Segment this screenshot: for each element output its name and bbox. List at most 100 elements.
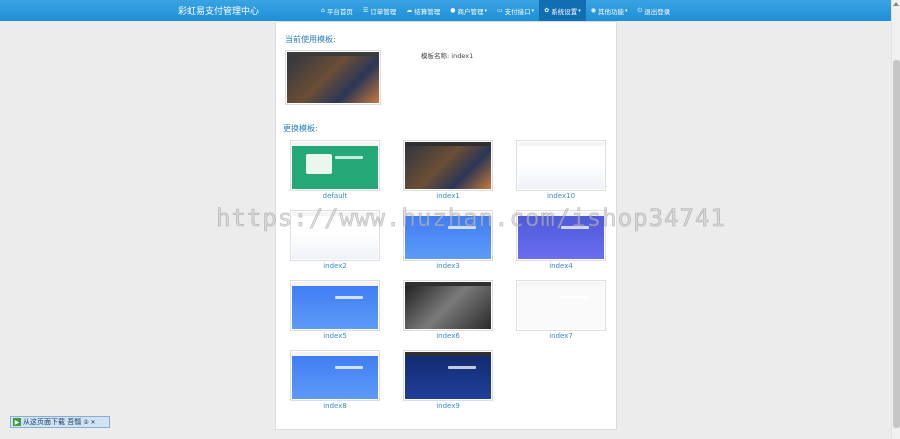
template-thumbnail[interactable] — [403, 280, 493, 331]
chevron-down-icon: ▾ — [531, 7, 535, 14]
nav-item-label: 平台首页 — [326, 7, 353, 16]
template-name-link[interactable]: index1 — [402, 192, 494, 200]
template-panel: 当前使用模板: 模板名称: index1 更换模板: default index1… — [275, 21, 617, 430]
template-name-link[interactable]: index10 — [515, 192, 607, 200]
nav-item-label: 支付接口 — [504, 7, 531, 16]
preview-topbar — [292, 212, 378, 216]
current-template-preview — [287, 52, 379, 103]
template-name-link[interactable]: index7 — [515, 332, 607, 340]
nav-item-1[interactable]: ☰ 订单管理 — [358, 0, 401, 21]
preview-topbar — [405, 282, 491, 286]
template-name-link[interactable]: default — [289, 192, 381, 200]
brand-title[interactable]: 彩虹易支付管理中心 — [178, 4, 259, 17]
gear-icon: ✿ — [544, 7, 550, 14]
preview-headline — [335, 366, 363, 369]
template-thumbnail[interactable] — [290, 350, 380, 401]
preview-headline — [335, 296, 363, 299]
template-name-value: index1 — [451, 52, 474, 60]
template-preview-image — [405, 282, 491, 329]
template-preview-image — [292, 142, 378, 189]
chevron-down-icon: ▾ — [578, 7, 581, 14]
preview-topbar — [287, 52, 379, 56]
chevron-down-icon: ▾ — [484, 7, 487, 14]
template-card[interactable]: index8 — [289, 350, 381, 410]
preview-topbar — [518, 142, 604, 146]
template-preview-image — [518, 142, 604, 189]
template-thumbnail[interactable] — [290, 210, 380, 261]
preview-headline — [561, 226, 589, 229]
download-extra[interactable]: ② ✕ — [83, 419, 95, 426]
list-icon: ☰ — [362, 7, 369, 14]
preview-headline — [335, 156, 363, 159]
template-preview-image — [405, 142, 491, 189]
template-preview-image — [405, 212, 491, 259]
template-card[interactable]: index9 — [402, 350, 494, 410]
template-name-link[interactable]: index5 — [289, 332, 381, 340]
main-nav: ⌂ 平台首页 ☰ 订单管理 ☁ 结算管理 ● 商户管理 ▾ ▭ 支付接口 ▾ ✿ 系统设置 ▾ ◉ 其他功能 ▾ ⏻… — [316, 0, 675, 21]
template-card[interactable]: index10 — [515, 140, 607, 200]
chevron-down-icon: ▾ — [624, 7, 628, 14]
preview-headline — [448, 366, 476, 369]
template-preview-image — [292, 212, 378, 259]
template-thumbnail[interactable] — [516, 140, 606, 191]
nav-item-5[interactable]: ✿ 系统设置 ▾ — [539, 0, 586, 21]
template-card[interactable]: index3 — [402, 210, 494, 270]
change-template-title: 更换模板: — [283, 124, 318, 133]
template-name-link[interactable]: index9 — [402, 402, 494, 410]
nav-item-2[interactable]: ☁ 结算管理 — [401, 0, 445, 21]
template-thumbnail[interactable] — [516, 280, 606, 331]
template-name-link[interactable]: index4 — [515, 262, 607, 270]
template-preview-image — [292, 282, 378, 329]
template-name-link[interactable]: index2 — [289, 262, 381, 270]
template-card[interactable]: index1 — [402, 140, 494, 200]
template-thumbnail[interactable] — [403, 140, 493, 191]
current-template-name: 模板名称: index1 — [421, 50, 473, 60]
nav-item-6[interactable]: ◉ 其他功能 ▾ — [586, 0, 633, 21]
template-thumbnail[interactable] — [516, 210, 606, 261]
template-card[interactable]: index5 — [289, 280, 381, 340]
vertical-scrollbar[interactable] — [891, 0, 900, 439]
preview-topbar — [405, 212, 491, 216]
preview-topbar — [405, 142, 491, 146]
preview-topbar — [292, 142, 378, 146]
template-card[interactable]: default — [289, 140, 381, 200]
nav-item-label: 商户管理 — [457, 7, 484, 16]
top-navbar: 彩虹易支付管理中心 ⌂ 平台首页 ☰ 订单管理 ☁ 结算管理 ● 商户管理 ▾ ▭ 支付接口 ▾ ✿ 系统… — [0, 0, 891, 21]
scroll-up-arrow-icon[interactable] — [893, 2, 899, 6]
template-thumbnail[interactable] — [290, 140, 380, 191]
nav-item-3[interactable]: ● 商户管理 ▾ — [445, 0, 492, 21]
scroll-thumb[interactable] — [893, 60, 900, 428]
template-card[interactable]: index6 — [402, 280, 494, 340]
template-name-link[interactable]: index3 — [402, 262, 494, 270]
download-label[interactable]: 从这页面下载 吾瓢 — [23, 417, 81, 427]
nav-item-label: 订单管理 — [370, 7, 397, 16]
globe-icon: ◉ — [590, 7, 596, 14]
template-thumbnail[interactable] — [403, 210, 493, 261]
template-thumbnail[interactable] — [290, 280, 380, 331]
template-preview-image — [518, 282, 604, 329]
home-icon: ⌂ — [321, 7, 325, 14]
download-toolbar[interactable]: ▶ 从这页面下载 吾瓢 ② ✕ — [10, 416, 110, 428]
card-icon: ▭ — [496, 7, 503, 14]
nav-item-7[interactable]: ⏻ 退出登录 — [632, 0, 675, 21]
preview-headline — [448, 226, 476, 229]
current-template-thumbnail — [285, 50, 381, 105]
template-card[interactable]: index2 — [289, 210, 381, 270]
nav-item-0[interactable]: ⌂ 平台首页 — [316, 0, 358, 21]
template-name-link[interactable]: index8 — [289, 402, 381, 410]
nav-item-label: 退出登录 — [644, 7, 671, 16]
template-name-link[interactable]: index6 — [402, 332, 494, 340]
play-icon[interactable]: ▶ — [13, 418, 21, 426]
preview-topbar — [405, 352, 491, 356]
preview-topbar — [292, 282, 378, 286]
nav-item-4[interactable]: ▭ 支付接口 ▾ — [492, 0, 539, 21]
template-thumbnail[interactable] — [403, 350, 493, 401]
cloud-icon: ☁ — [406, 7, 413, 14]
preview-headline — [561, 156, 589, 159]
template-preview-image — [518, 212, 604, 259]
nav-item-label: 结算管理 — [414, 7, 441, 16]
template-preview-image — [292, 352, 378, 399]
template-card[interactable]: index7 — [515, 280, 607, 340]
preview-headline — [561, 296, 589, 299]
template-card[interactable]: index4 — [515, 210, 607, 270]
